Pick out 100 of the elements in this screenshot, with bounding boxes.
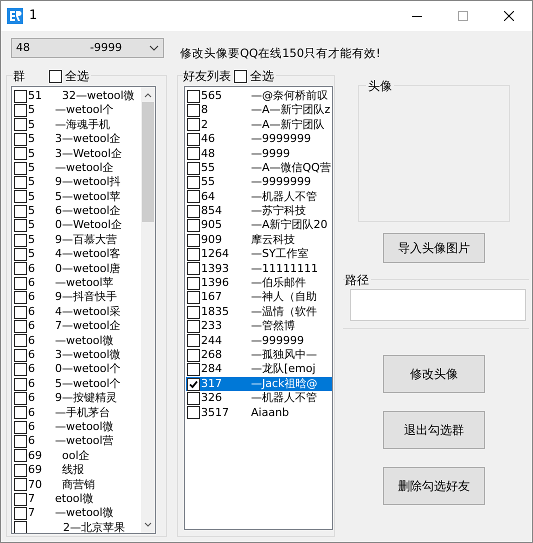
list-item[interactable]: 268 —孤独风中— <box>186 348 332 362</box>
scrollbar-thumb[interactable] <box>142 102 154 222</box>
checkbox[interactable] <box>14 392 27 405</box>
checkbox[interactable] <box>14 90 27 103</box>
list-item[interactable]: 565 —@奈何桥前叹 <box>186 89 332 104</box>
checkbox[interactable] <box>14 420 27 434</box>
checkbox[interactable] <box>14 118 27 132</box>
list-item[interactable]: 233 —管然博 <box>186 319 332 334</box>
list-item[interactable]: 6 —wetool微 <box>13 334 141 348</box>
list-item[interactable]: 6 7—wetool企 <box>13 319 141 334</box>
list-item[interactable]: 5 6—wetool企 <box>13 204 141 219</box>
list-item[interactable]: 55 —9999999 <box>186 175 332 190</box>
checkbox[interactable] <box>187 204 200 218</box>
list-item[interactable]: 2 —A—新宁团队 <box>186 118 332 132</box>
checkbox[interactable] <box>14 190 27 204</box>
checkbox[interactable] <box>14 521 27 533</box>
list-item[interactable]: 5 4—wetool客 <box>13 247 141 262</box>
action-button[interactable]: 退出勾选群 <box>383 411 485 449</box>
action-button[interactable]: 修改头像 <box>383 355 485 393</box>
checkbox[interactable] <box>14 320 27 333</box>
list-item[interactable]: 69 ool企 <box>13 448 141 464</box>
account-dropdown[interactable]: 48 -9999 <box>11 38 164 58</box>
list-item[interactable]: 6 9—按键精灵 <box>13 391 141 406</box>
list-item[interactable]: 6 9—抖音快手 <box>13 290 141 305</box>
checkbox[interactable] <box>14 176 27 190</box>
checkbox[interactable] <box>14 406 27 420</box>
checkbox[interactable] <box>14 306 27 319</box>
checkbox[interactable] <box>187 320 200 333</box>
list-item[interactable]: 5 —wetool企 <box>13 160 141 176</box>
checkbox[interactable] <box>14 507 27 520</box>
checkbox[interactable] <box>14 262 27 276</box>
checkbox[interactable] <box>187 306 200 319</box>
checkbox[interactable] <box>14 234 27 247</box>
list-item[interactable]: 326 —机器人不管 <box>186 391 332 406</box>
checkbox[interactable] <box>14 132 27 146</box>
checkbox[interactable] <box>14 276 27 290</box>
list-item[interactable]: 1393 —11111111 <box>186 262 332 276</box>
list-item[interactable]: 2—北京苹果 <box>13 520 141 533</box>
checkbox[interactable] <box>187 248 200 261</box>
list-item[interactable]: 6 —wetool微 <box>13 420 141 434</box>
list-item[interactable]: 6 3—wetool微 <box>13 348 141 362</box>
checkbox[interactable] <box>14 204 27 218</box>
path-field[interactable] <box>350 289 526 321</box>
checkbox[interactable] <box>187 363 200 376</box>
checkbox[interactable] <box>14 464 27 477</box>
checkbox[interactable] <box>187 378 200 390</box>
list-item[interactable]: 5 5—wetool苹 <box>13 190 141 204</box>
checkbox[interactable] <box>187 334 200 348</box>
checkbox[interactable] <box>14 219 27 232</box>
list-item[interactable]: 6 —wetool苹 <box>13 276 141 290</box>
list-item[interactable]: 64 —机器人不管 <box>186 190 332 204</box>
list-item[interactable]: 909 摩云科技 <box>186 232 332 248</box>
checkbox[interactable] <box>187 176 200 190</box>
checkbox[interactable] <box>187 190 200 204</box>
checkbox[interactable] <box>187 162 200 175</box>
checkbox[interactable] <box>187 392 200 405</box>
list-item[interactable]: 244 —999999 <box>186 334 332 348</box>
checkbox[interactable] <box>14 478 27 492</box>
list-item[interactable]: 284 —龙队[emoj <box>186 362 332 377</box>
list-item[interactable]: 5 0—Wetool企 <box>13 218 141 233</box>
checkbox[interactable] <box>14 291 27 304</box>
list-item[interactable]: 5 —海魂手机 <box>13 118 141 132</box>
list-item[interactable]: 69 线报 <box>13 463 141 478</box>
list-item[interactable]: 70 商营销 <box>13 478 141 492</box>
list-item[interactable]: 6 —手机茅台 <box>13 406 141 420</box>
list-item[interactable]: 48 —9999 <box>186 146 332 161</box>
list-item[interactable]: 317 —Jack祖晗@ <box>186 376 332 392</box>
action-button[interactable]: 删除勾选好友 <box>383 467 485 505</box>
import-avatar-button[interactable]: 导入头像图片 <box>383 233 485 263</box>
checkbox[interactable] <box>187 104 200 118</box>
checkbox[interactable] <box>187 262 200 276</box>
checkbox[interactable] <box>187 132 200 146</box>
checkbox[interactable] <box>14 162 27 175</box>
checkbox[interactable] <box>49 70 62 82</box>
checkbox[interactable] <box>187 147 200 160</box>
scrollbar[interactable] <box>141 87 155 533</box>
checkbox[interactable] <box>14 334 27 348</box>
checkbox[interactable] <box>187 276 200 290</box>
list-item[interactable]: 51 32—wetool微 <box>13 89 141 104</box>
checkbox[interactable] <box>187 219 200 232</box>
list-item[interactable]: 5 —wetool个 <box>13 103 141 118</box>
list-item[interactable]: 8 —A—新宁团队z <box>186 103 332 118</box>
checkbox[interactable] <box>14 492 27 506</box>
checkbox[interactable] <box>14 348 27 362</box>
list-item[interactable]: 3517 Aiaanb <box>186 406 332 420</box>
list-item[interactable]: 5 3—wetool企 <box>13 132 141 147</box>
checkbox[interactable] <box>187 406 200 420</box>
list-item[interactable]: 6 0—wetool唐 <box>13 262 141 276</box>
list-item[interactable]: 6 0—wetool个 <box>13 362 141 377</box>
list-item[interactable]: 7 —wetool微 <box>13 506 141 521</box>
list-item[interactable]: 5 3—Wetool企 <box>13 146 141 161</box>
list-item[interactable]: 5 9—百慕大营 <box>13 232 141 248</box>
list-item[interactable]: 854 —苏宁科技 <box>186 204 332 219</box>
checkbox[interactable] <box>14 147 27 160</box>
list-item[interactable]: 1396 —伯乐邮件 <box>186 276 332 290</box>
list-item[interactable]: 7 etool微 <box>13 492 141 506</box>
checkbox[interactable] <box>187 291 200 304</box>
list-item[interactable]: 905 —A新宁团队20 <box>186 218 332 233</box>
checkbox[interactable] <box>14 248 27 261</box>
checkbox[interactable] <box>14 363 27 376</box>
